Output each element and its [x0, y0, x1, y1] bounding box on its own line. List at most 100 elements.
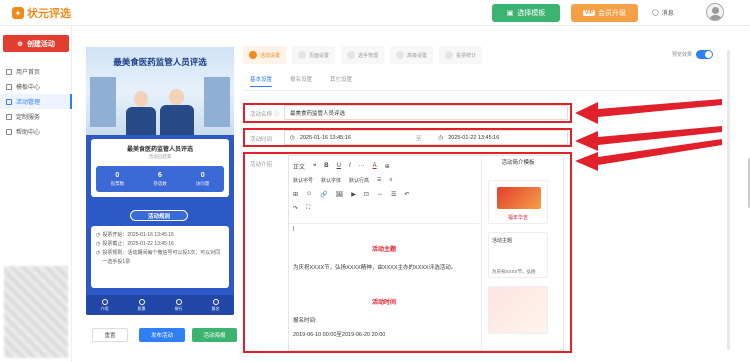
shelf-right: [204, 77, 230, 127]
officer-head-right: [169, 89, 184, 105]
blurred-qr-code: [4, 266, 68, 358]
step-icon: [347, 51, 356, 59]
stat-votes: 0 投票数: [96, 166, 139, 192]
step-contestant-management[interactable]: 选手管理: [341, 46, 385, 64]
template-center-icon: [6, 83, 12, 90]
step-icon: [445, 51, 454, 59]
info-row: ◷ 投票规则：活动期间每个微信号可以投1次，可以对同一选手投1票: [96, 249, 224, 267]
app-logo[interactable]: ✦ 状元评选: [12, 5, 71, 21]
stat-num: 6: [158, 171, 162, 179]
step-label: 高级设置: [407, 52, 428, 59]
step-nav: 活动设置 页面设置 选手管理 高级设置 投票统计: [243, 45, 483, 65]
preview-switch[interactable]: [696, 50, 714, 59]
stat-entrants: 6 参选数: [139, 166, 182, 192]
info-end: 投票截止：2025-01-22 13:45:16: [102, 241, 174, 247]
step-icon: [249, 51, 257, 59]
info-start: 投票开始：2025-01-16 13:45:16: [102, 232, 174, 238]
sidebar-item-custom-service[interactable]: 定制服务: [0, 109, 72, 124]
preview-toggle-label: 预览效果: [672, 52, 693, 58]
officer-figure-left: [126, 107, 156, 135]
step-label: 投票统计: [456, 52, 477, 59]
info-rule: 投票规则：活动期间每个微信号可以投1次，可以对同一选手投1票: [102, 250, 221, 265]
card-title: 最美食医药监管人员评选: [126, 147, 193, 153]
clock-icon: ◷: [96, 250, 101, 256]
tab-label: 投票: [137, 305, 146, 311]
step-page-settings[interactable]: 页面设置: [292, 46, 336, 64]
preview-toggle: 预览效果: [672, 50, 714, 59]
info-row: ◷ 投票开始：2025-01-16 13:45:16: [96, 231, 224, 240]
sidebar-item-label: 活动管理: [16, 100, 41, 106]
message-link[interactable]: ◯ 消息: [652, 8, 674, 17]
mobile-preview: 最美食医药监管人员评选 最美食医药监管人员评选 活动已结束 0 投票数 6 参选…: [86, 47, 234, 315]
template-icon: ▣: [506, 10, 514, 17]
step-activity-settings[interactable]: 活动设置: [243, 46, 287, 64]
user-avatar[interactable]: [706, 3, 724, 21]
step-label: 活动设置: [260, 52, 281, 59]
publish-button[interactable]: 发布活动: [139, 328, 185, 342]
subtab-other[interactable]: 其它设置: [330, 75, 352, 87]
rules-label: 活动规则: [147, 213, 170, 220]
vip-upgrade-button[interactable]: VIP 会员升级: [571, 4, 638, 22]
stat-visits: 0 访问量: [181, 166, 224, 192]
reset-button[interactable]: 重置: [92, 328, 128, 342]
choose-template-button[interactable]: ▣ 选择模板: [492, 4, 560, 22]
sidebar-item-home[interactable]: 用户首页: [0, 64, 72, 79]
clock-icon: ◷: [96, 241, 101, 247]
tab-intro[interactable]: 介绍: [86, 295, 123, 315]
poster-label: 活动海报: [203, 333, 226, 339]
vote-icon: [138, 298, 145, 305]
vote-info-box: ◷ 投票开始：2025-01-16 13:45:16 ◷ 投票截止：2025-01-…: [91, 226, 229, 288]
step-advanced-settings[interactable]: 高级设置: [390, 46, 434, 64]
arrow-to-name: [575, 99, 722, 124]
sidebar-item-templates[interactable]: 模板中心: [0, 79, 72, 94]
step-label: 页面设置: [309, 52, 330, 59]
sidebar-item-label: 用户首页: [16, 70, 41, 76]
stat-label: 访问量: [195, 180, 210, 186]
tab-label: 报名: [211, 305, 220, 311]
vip-badge: VIP: [582, 10, 596, 16]
highlight-box-name: [243, 103, 572, 123]
highlight-box-intro: [243, 152, 572, 353]
help-icon: [6, 128, 12, 135]
sidebar-item-label: 模板中心: [16, 85, 41, 91]
sidebar-item-label: 帮助中心: [16, 130, 41, 136]
logo-icon: ✦: [12, 7, 24, 19]
clock-icon: ◷: [96, 232, 101, 238]
sidebar-item-help[interactable]: 帮助中心: [0, 124, 72, 139]
intro-icon: [101, 298, 108, 305]
stat-label: 投票数: [110, 180, 125, 186]
tab-signup[interactable]: 报名: [197, 295, 234, 315]
step-vote-stats[interactable]: 投票统计: [439, 46, 483, 64]
preview-tab-bar: 介绍 投票 排行 报名: [86, 295, 234, 315]
create-activity-button[interactable]: ⊕ 创建活动: [3, 35, 69, 52]
highlight-box-time: [243, 128, 572, 147]
shelf-left: [90, 77, 116, 127]
subtabs: 基本设置 报名设置 其它设置: [250, 75, 352, 87]
choose-template-label: 选择模板: [517, 10, 546, 17]
poster-button[interactable]: 活动海报: [192, 328, 237, 342]
signup-icon: [212, 298, 219, 305]
step-label: 选手管理: [358, 52, 379, 59]
message-label: 消息: [661, 11, 674, 17]
preview-banner: 最美食医药监管人员评选: [86, 47, 234, 135]
tab-ranking[interactable]: 排行: [160, 295, 197, 315]
create-activity-label: 创建活动: [26, 40, 55, 48]
annotation-arrows: [575, 99, 722, 171]
stat-label: 参选数: [153, 180, 167, 186]
tab-label: 介绍: [100, 305, 109, 311]
step-icon: [298, 51, 307, 59]
vip-upgrade-label: 会员升级: [598, 10, 627, 17]
subtab-basic[interactable]: 基本设置: [250, 75, 273, 87]
banner-title: 最美食医药监管人员评选: [113, 57, 207, 67]
sidebar-item-label: 定制服务: [16, 115, 41, 121]
rules-button[interactable]: 活动规则: [130, 210, 188, 221]
service-icon: [6, 113, 12, 120]
page-scrollbar[interactable]: [727, 50, 730, 350]
sidebar-item-activity-management[interactable]: 活动管理: [0, 94, 72, 109]
stat-num: 0: [200, 171, 205, 179]
officer-figure-right: [160, 105, 194, 135]
tab-label: 排行: [174, 305, 183, 311]
tab-vote[interactable]: 投票: [123, 295, 160, 315]
subtab-signup[interactable]: 报名设置: [290, 75, 312, 87]
step-icon: [396, 51, 405, 59]
